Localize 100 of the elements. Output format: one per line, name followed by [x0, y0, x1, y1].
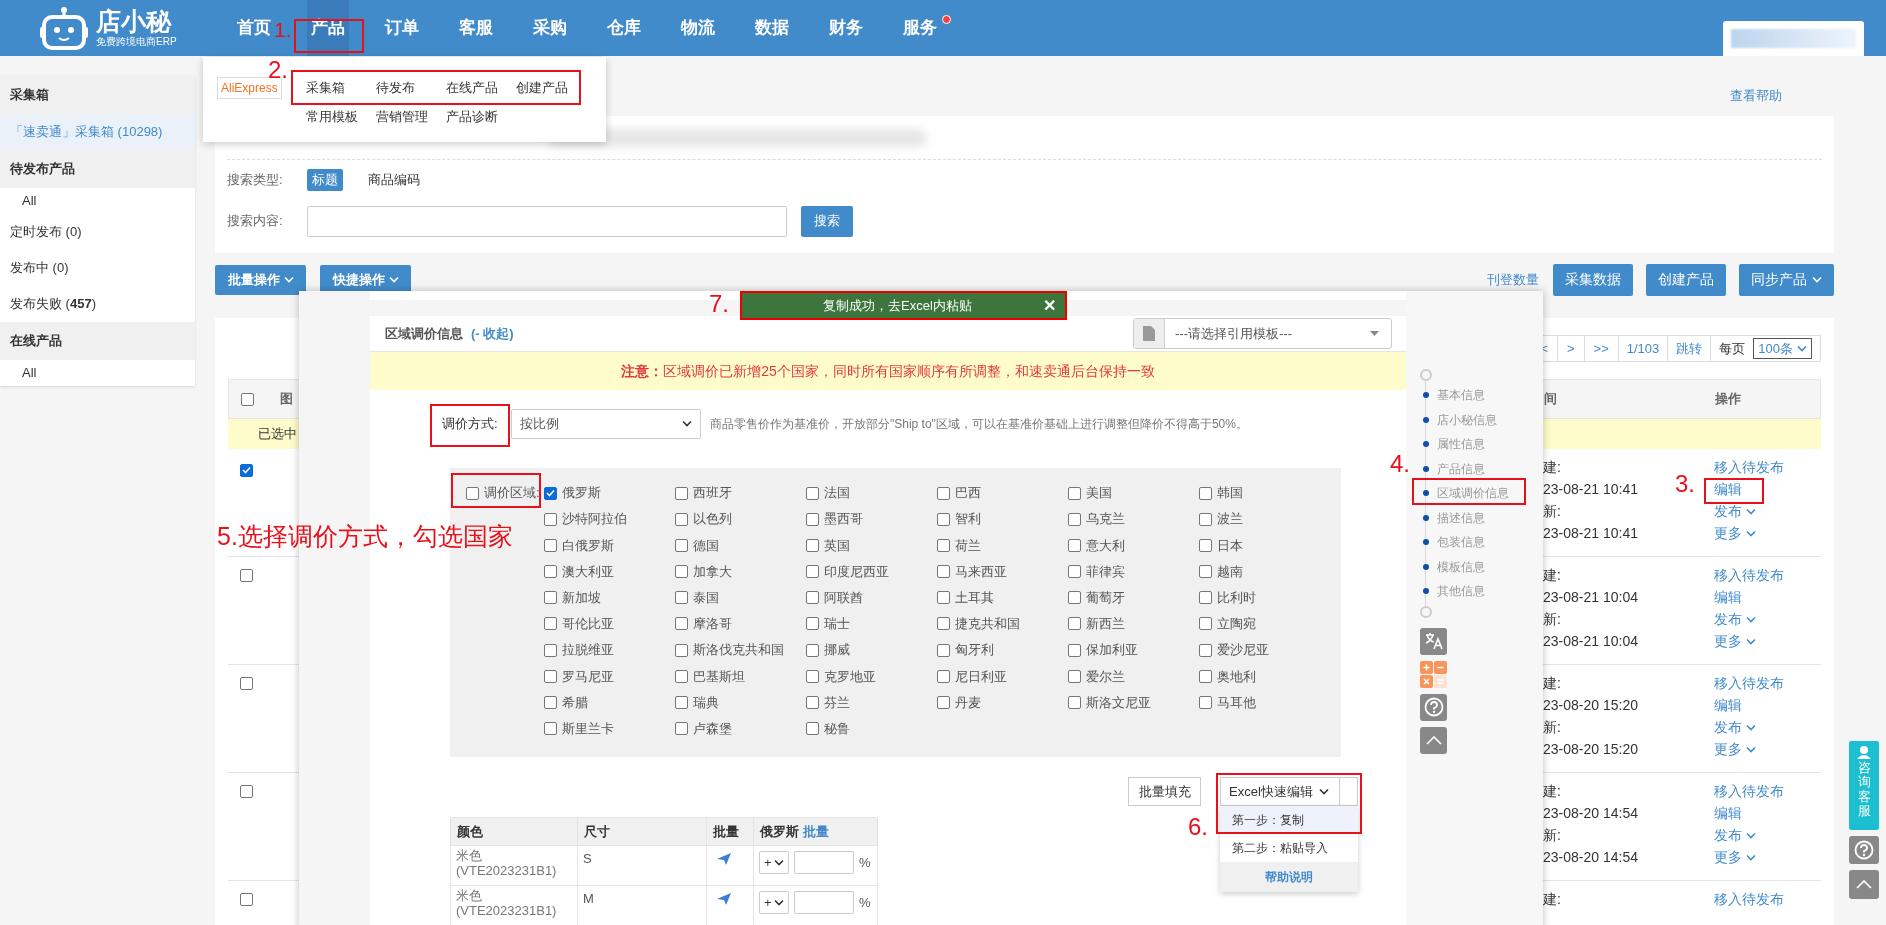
- action-link[interactable]: 发布: [1714, 608, 1756, 630]
- search-button[interactable]: 搜索: [801, 205, 853, 237]
- action-link[interactable]: 移入待发布: [1714, 456, 1784, 478]
- annotation-text: 4.: [1390, 452, 1410, 476]
- nav-tab[interactable]: 服务: [899, 0, 941, 56]
- operator-select[interactable]: +: [759, 891, 789, 914]
- close-button[interactable]: ✕: [1033, 293, 1065, 318]
- sidebar-item[interactable]: 「速卖通」采集箱 (10298): [0, 114, 195, 150]
- checkbox-label: 菲律宾: [1086, 562, 1125, 581]
- nav-tab[interactable]: 订单: [381, 0, 423, 56]
- per-page-select[interactable]: 100条: [1753, 338, 1812, 359]
- toolbar-button[interactable]: 采集数据: [1553, 263, 1633, 296]
- column-header: 批量: [713, 822, 739, 841]
- section-nav-item[interactable]: 描述信息: [1420, 508, 1485, 528]
- toolbar-button[interactable]: 创建产品: [1646, 263, 1726, 296]
- checkbox-label: 保加利亚: [1086, 641, 1138, 660]
- action-link[interactable]: 更多: [1714, 522, 1756, 544]
- action-link[interactable]: 发布: [1714, 824, 1756, 846]
- checkbox-label: 卢森堡: [693, 719, 732, 738]
- page-button[interactable]: >>: [1584, 336, 1619, 361]
- search-type-option[interactable]: 商品编码: [363, 169, 425, 191]
- checkbox-label: 沙特阿拉伯: [562, 510, 627, 529]
- checkbox-label: 奥地利: [1217, 667, 1256, 686]
- table-cell: M: [583, 891, 594, 906]
- menu-item[interactable]: 采集箱: [305, 77, 376, 98]
- section-nav-item[interactable]: 属性信息: [1420, 434, 1485, 454]
- action-link[interactable]: 编辑: [1714, 478, 1742, 500]
- action-link[interactable]: 移入待发布: [1714, 672, 1784, 694]
- count-link[interactable]: 刊登数量: [1487, 269, 1539, 290]
- sidebar-item[interactable]: All: [0, 188, 195, 214]
- action-link[interactable]: 编辑: [1714, 586, 1742, 608]
- checkbox-label: 荷兰: [955, 536, 981, 555]
- checkbox-label: 美国: [1086, 484, 1112, 503]
- section-nav-item[interactable]: 产品信息: [1420, 459, 1485, 479]
- action-link[interactable]: 移入待发布: [1714, 888, 1784, 910]
- date-text: 建:: [1543, 566, 1561, 585]
- nav-tab[interactable]: 采购: [529, 0, 571, 56]
- action-link[interactable]: 编辑: [1714, 694, 1742, 716]
- excel-edit-button[interactable]: Excel快速编辑: [1220, 777, 1358, 806]
- action-link[interactable]: 发布: [1714, 500, 1756, 522]
- date-text: 建:: [1543, 674, 1561, 693]
- checkbox-label: 立陶宛: [1217, 615, 1256, 634]
- checkbox-label: 斯里兰卡: [562, 719, 614, 738]
- date-text: 建:: [1543, 458, 1561, 477]
- action-link[interactable]: 更多: [1714, 630, 1756, 652]
- action-link[interactable]: 移入待发布: [1714, 780, 1784, 802]
- search-type-option[interactable]: 标题: [307, 169, 343, 191]
- nav-tab[interactable]: 物流: [677, 0, 719, 56]
- section-nav-item[interactable]: 模板信息: [1420, 557, 1485, 577]
- menu-item[interactable]: 产品诊断: [445, 106, 516, 127]
- nav-tab[interactable]: 仓库: [603, 0, 645, 56]
- action-link[interactable]: 编辑: [1714, 802, 1742, 824]
- annotation-text: 6.: [1188, 815, 1208, 839]
- annotation-text: 7.: [709, 292, 729, 316]
- collapse-link[interactable]: (- 收起): [471, 323, 514, 344]
- checkbox-label: 比利时: [1217, 589, 1256, 607]
- menu-item[interactable]: 第一步：复制: [1220, 806, 1358, 834]
- support-button[interactable]: 咨询客服: [1849, 741, 1879, 830]
- section-nav-item[interactable]: 店小秘信息: [1420, 410, 1497, 430]
- action-link[interactable]: 移入待发布: [1714, 564, 1784, 586]
- sidebar-item[interactable]: 发布中 (0): [0, 250, 195, 286]
- section-nav-item[interactable]: 其他信息: [1420, 581, 1485, 601]
- menu-item[interactable]: 在线产品: [445, 77, 516, 98]
- section-nav-item[interactable]: 区域调价信息: [1420, 483, 1509, 503]
- page-button[interactable]: >: [1557, 336, 1585, 361]
- checkbox-label: 俄罗斯: [562, 484, 601, 503]
- action-link[interactable]: 更多: [1714, 738, 1756, 760]
- bulk-fill-button[interactable]: 批量填充: [1128, 777, 1201, 806]
- nav-tab[interactable]: 财务: [825, 0, 867, 56]
- checkbox-label: 阿联酋: [824, 589, 863, 607]
- section-nav-item[interactable]: 基本信息: [1420, 385, 1485, 405]
- nav-tab[interactable]: 首页: [233, 0, 275, 56]
- dropdown-button[interactable]: 批量操作: [215, 264, 306, 295]
- checkbox-label: 智利: [955, 510, 981, 529]
- nav-tab[interactable]: 数据: [751, 0, 793, 56]
- menu-item[interactable]: 常用模板: [305, 106, 376, 127]
- logo-tagline: 免费跨境电商ERP: [96, 37, 177, 47]
- section-nav-item[interactable]: 包装信息: [1420, 532, 1485, 552]
- method-select[interactable]: 按比例: [511, 408, 701, 439]
- help-link[interactable]: 查看帮助: [1730, 86, 1782, 106]
- nav-tab[interactable]: 客服: [455, 0, 497, 56]
- action-link[interactable]: 更多: [1714, 846, 1756, 868]
- menu-item[interactable]: 待发布: [375, 77, 446, 98]
- sidebar-item[interactable]: 发布失败 (457): [0, 286, 195, 322]
- menu-item[interactable]: 第二步：粘贴导入: [1220, 834, 1358, 862]
- checkbox-label: 越南: [1217, 562, 1243, 581]
- action-link[interactable]: 发布: [1714, 716, 1756, 738]
- sidebar-section-title: 待发布产品: [0, 150, 195, 188]
- operator-select[interactable]: +: [759, 851, 789, 874]
- toolbar-button[interactable]: 同步产品: [1739, 263, 1834, 296]
- menu-item[interactable]: 创建产品: [515, 77, 586, 98]
- template-select[interactable]: ---请选择引用模板---: [1133, 318, 1392, 349]
- bulk-link[interactable]: 批量: [803, 821, 829, 842]
- sidebar-item[interactable]: All: [0, 360, 195, 386]
- column-header: 图: [280, 390, 293, 409]
- hint-text: 商品零售价作为基准价，开放部分"Ship to"区域，可以在基准价基础上进行调整但降价不得高于50%。: [710, 415, 1248, 433]
- menu-item[interactable]: 营销管理: [375, 106, 446, 127]
- sidebar-section-title: 采集箱: [0, 76, 195, 114]
- sidebar-item[interactable]: 定时发布 (0): [0, 214, 195, 250]
- jump-button[interactable]: 跳转: [1668, 336, 1712, 361]
